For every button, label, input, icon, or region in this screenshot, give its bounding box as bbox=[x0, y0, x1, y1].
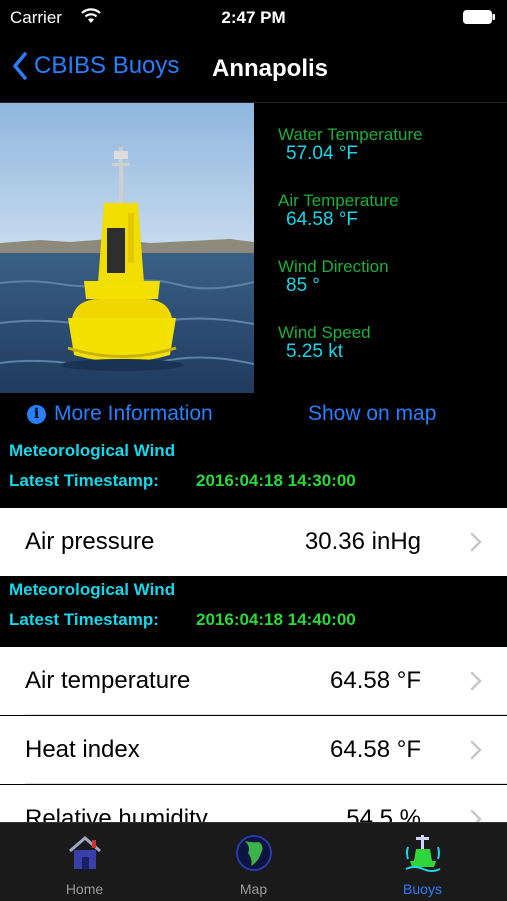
reading-value: 64.58 °F bbox=[286, 209, 359, 230]
show-on-map-button[interactable]: Show on map bbox=[308, 402, 436, 426]
chevron-left-icon bbox=[13, 52, 27, 80]
section-title: Meteorological Wind bbox=[9, 441, 176, 460]
page-title: Annapolis bbox=[212, 55, 329, 82]
buoy-summary: Water Temperature 57.04 °F Air Temperatu… bbox=[0, 103, 507, 393]
reading-air-temperature: Air Temperature 64.58 °F bbox=[278, 191, 503, 257]
tab-bar: Home Map Buoys bbox=[0, 822, 507, 901]
more-information-button[interactable]: i More Information bbox=[27, 402, 213, 426]
reading-water-temperature: Water Temperature 57.04 °F bbox=[278, 125, 503, 191]
tab-home[interactable]: Home bbox=[0, 823, 169, 901]
section-header: Meteorological Wind Latest Timestamp: 20… bbox=[0, 577, 507, 647]
readings-panel: Water Temperature 57.04 °F Air Temperatu… bbox=[278, 125, 503, 389]
info-icon: i bbox=[27, 404, 46, 424]
row-label: Air pressure bbox=[25, 528, 155, 555]
reading-value: 85 ° bbox=[286, 275, 321, 296]
battery-icon bbox=[463, 10, 495, 24]
tab-label: Buoys bbox=[403, 881, 442, 897]
row-label: Heat index bbox=[25, 736, 140, 763]
tab-map[interactable]: Map bbox=[169, 823, 338, 901]
reading-label: Air Temperature bbox=[278, 191, 399, 210]
reading-label: Wind Speed bbox=[278, 323, 371, 342]
table-row-heat-index[interactable]: Heat index 64.58 °F bbox=[0, 716, 507, 784]
timestamp-label: Latest Timestamp: bbox=[9, 471, 159, 490]
clock: 2:47 PM bbox=[221, 8, 286, 27]
chevron-right-icon bbox=[470, 532, 482, 552]
navigation-bar: CBIBS Buoys Annapolis bbox=[0, 36, 507, 103]
back-button[interactable]: CBIBS Buoys bbox=[12, 52, 179, 80]
table-row-air-temperature[interactable]: Air temperature 64.58 °F bbox=[0, 647, 507, 715]
buoy-photo bbox=[0, 103, 254, 393]
table-row-air-pressure[interactable]: Air pressure 30.36 inHg bbox=[0, 508, 507, 576]
reading-label: Wind Direction bbox=[278, 257, 389, 276]
reading-value: 57.04 °F bbox=[286, 143, 359, 164]
row-divider bbox=[25, 783, 507, 784]
link-bar: i More Information Show on map bbox=[0, 402, 507, 432]
row-label: Air temperature bbox=[25, 667, 191, 694]
tab-label: Home bbox=[65, 881, 104, 897]
chevron-right-icon bbox=[470, 740, 482, 760]
timestamp-value: 2016:04:18 14:30:00 bbox=[196, 471, 356, 490]
house-icon bbox=[69, 836, 101, 869]
section-header: Meteorological Wind Latest Timestamp: 20… bbox=[0, 438, 507, 508]
tab-label: Map bbox=[239, 881, 268, 897]
row-value: 30.36 inHg bbox=[304, 528, 421, 555]
buoy-icon bbox=[405, 835, 441, 872]
reading-label: Water Temperature bbox=[278, 125, 423, 144]
row-value: 64.58 °F bbox=[330, 736, 421, 763]
row-divider bbox=[25, 714, 507, 715]
tab-buoys[interactable]: Buoys bbox=[338, 823, 507, 901]
chevron-right-icon bbox=[470, 671, 482, 691]
timestamp-value: 2016:04:18 14:40:00 bbox=[196, 610, 356, 629]
status-bar: Carrier 2:47 PM bbox=[0, 0, 507, 36]
section-title: Meteorological Wind bbox=[9, 580, 176, 599]
more-information-label: More Information bbox=[54, 402, 213, 425]
reading-wind-direction: Wind Direction 85 ° bbox=[278, 257, 503, 323]
globe-icon bbox=[236, 835, 272, 871]
timestamp-label: Latest Timestamp: bbox=[9, 610, 159, 629]
row-value: 64.58 °F bbox=[330, 667, 421, 694]
reading-wind-speed: Wind Speed 5.25 kt bbox=[278, 323, 503, 389]
back-button-label: CBIBS Buoys bbox=[34, 52, 180, 79]
reading-value: 5.25 kt bbox=[286, 341, 344, 362]
